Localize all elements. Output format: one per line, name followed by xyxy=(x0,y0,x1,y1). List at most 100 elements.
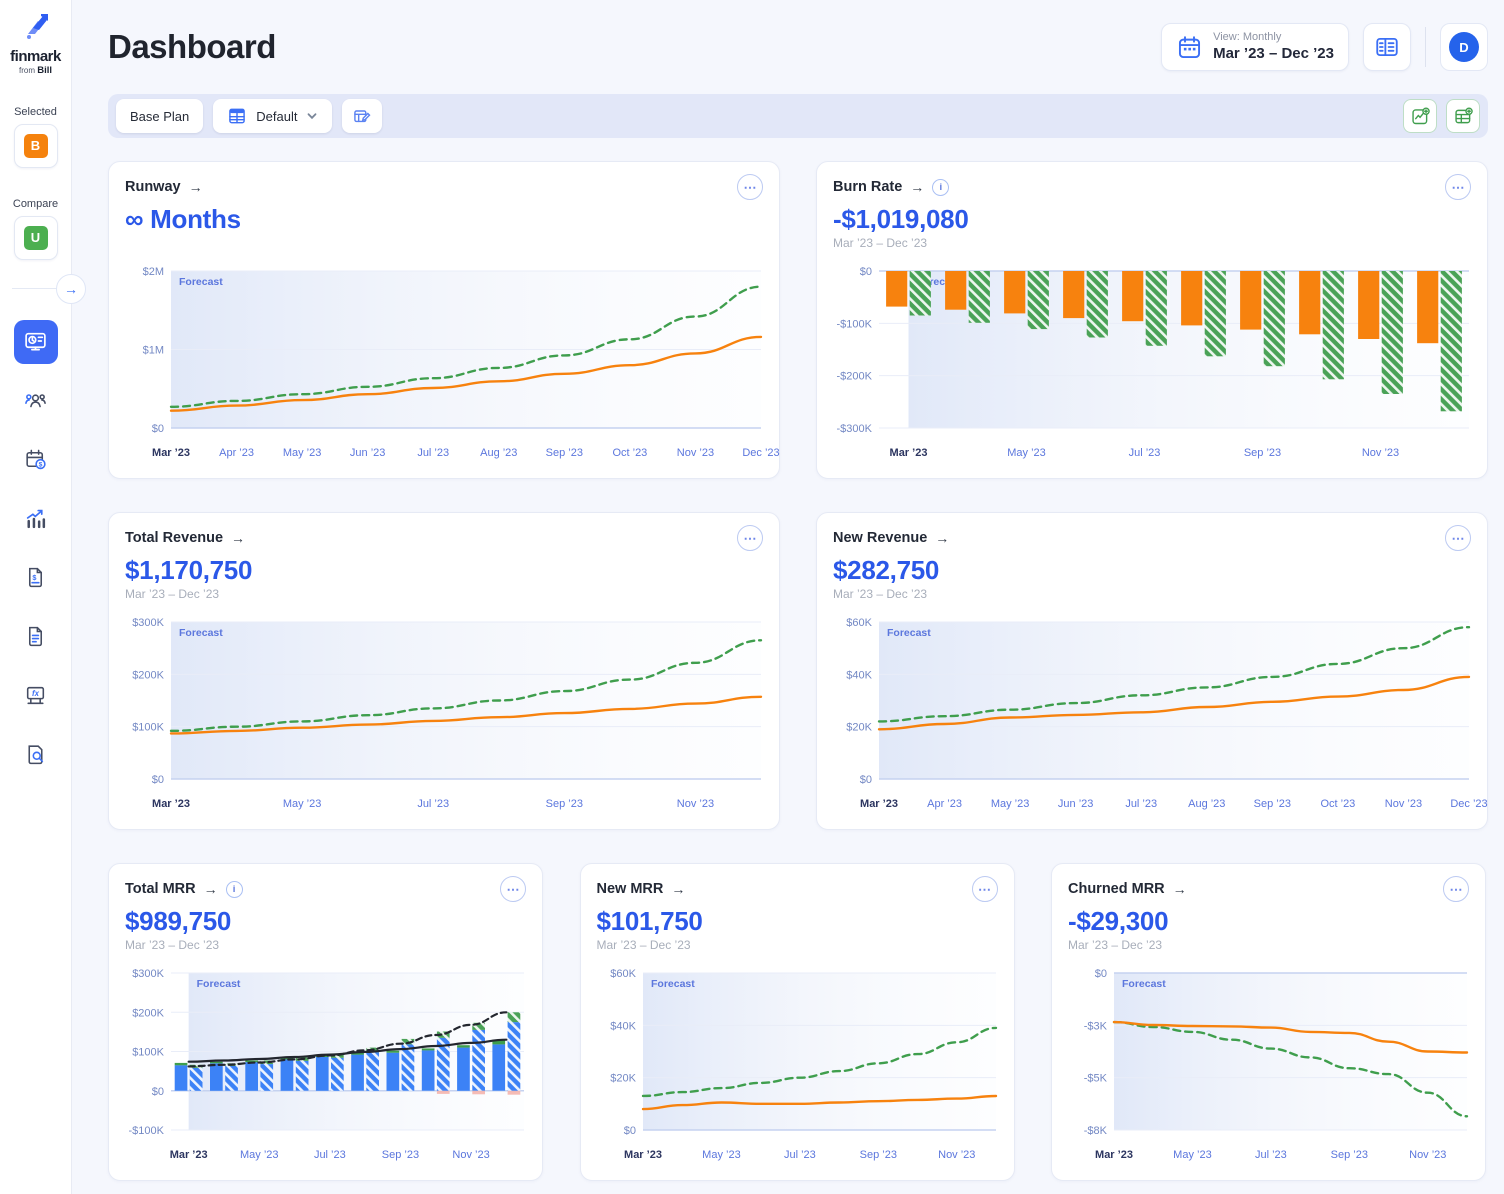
card-title-link[interactable]: New MRR xyxy=(597,881,664,897)
sidebar-item-metrics[interactable] xyxy=(14,497,58,541)
metric-card-total-revenue: Total Revenue → ⋯ $1,170,750 Mar ’23 – D… xyxy=(108,512,780,830)
svg-text:$1M: $1M xyxy=(143,345,164,357)
arrow-right-icon[interactable]: → xyxy=(910,179,924,195)
svg-text:Nov ’23: Nov ’23 xyxy=(677,447,714,459)
svg-text:$40K: $40K xyxy=(610,1020,636,1032)
card-menu-button[interactable]: ⋯ xyxy=(1443,876,1469,902)
metric-card-runway: Runway → ⋯ ∞ Months Forecast$2M$1M$0Mar … xyxy=(108,161,780,479)
svg-text:Dec ’23: Dec ’23 xyxy=(1450,798,1487,810)
svg-text:Sep ’23: Sep ’23 xyxy=(382,1149,419,1161)
base-plan-button[interactable]: Base Plan xyxy=(116,99,203,133)
ellipsis-icon: ⋯ xyxy=(1452,181,1465,194)
card-title-link[interactable]: Total Revenue xyxy=(125,530,223,546)
svg-text:-$5K: -$5K xyxy=(1084,1073,1108,1085)
svg-text:Jul ’23: Jul ’23 xyxy=(417,798,449,810)
table-add-icon xyxy=(1453,106,1474,127)
sidebar-item-billing-calendar[interactable]: $ xyxy=(14,438,58,482)
card-title-link[interactable]: Total MRR xyxy=(125,881,196,897)
sidebar-item-financial-doc[interactable]: $ xyxy=(14,556,58,600)
svg-text:Jul ’23: Jul ’23 xyxy=(783,1149,815,1161)
compare-scenario-button[interactable]: U xyxy=(14,216,58,260)
sidebar-item-formulas[interactable]: fx xyxy=(14,674,58,718)
scenario-dropdown[interactable]: Default xyxy=(213,99,332,133)
svg-text:May ’23: May ’23 xyxy=(1173,1149,1212,1161)
ellipsis-icon: ⋯ xyxy=(1452,532,1465,545)
card-menu-button[interactable]: ⋯ xyxy=(1445,525,1471,551)
card-title-link[interactable]: New Revenue xyxy=(833,530,927,546)
info-icon[interactable]: i xyxy=(932,179,949,196)
arrow-right-icon[interactable]: → xyxy=(1173,881,1187,897)
growth-chart-icon xyxy=(23,506,48,531)
sidebar-item-dashboard[interactable] xyxy=(14,320,58,364)
card-menu-button[interactable]: ⋯ xyxy=(1445,174,1471,200)
metric-card-churned-mrr: Churned MRR → ⋯ -$29,300 Mar ’23 – Dec ’… xyxy=(1051,863,1486,1181)
main-content: Dashboard View: Monthly Mar ’23 – Dec ’2… xyxy=(72,0,1504,1194)
ellipsis-icon: ⋯ xyxy=(978,883,991,896)
sidebar-item-reports[interactable] xyxy=(14,615,58,659)
svg-text:Sep ’23: Sep ’23 xyxy=(859,1149,896,1161)
svg-text:$60K: $60K xyxy=(610,968,636,980)
calendar-dollar-icon: $ xyxy=(23,447,48,472)
svg-text:$200K: $200K xyxy=(132,669,164,681)
svg-text:Jun ’23: Jun ’23 xyxy=(350,447,385,459)
card-menu-button[interactable]: ⋯ xyxy=(500,876,526,902)
sidebar-item-team[interactable] xyxy=(14,379,58,423)
ellipsis-icon: ⋯ xyxy=(1450,883,1463,896)
svg-text:May ’23: May ’23 xyxy=(1007,447,1046,459)
svg-text:Dec ’23: Dec ’23 xyxy=(742,447,779,459)
metric-date-range: Mar ’23 – Dec ’23 xyxy=(125,938,526,953)
export-table-button[interactable] xyxy=(1446,99,1480,133)
svg-text:Forecast: Forecast xyxy=(651,978,695,990)
metric-card-burn-rate: Burn Rate → i ⋯ -$1,019,080 Mar ’23 – De… xyxy=(816,161,1488,479)
card-title-link[interactable]: Burn Rate xyxy=(833,179,902,195)
card-title-link[interactable]: Runway xyxy=(125,179,181,195)
info-icon[interactable]: i xyxy=(226,881,243,898)
sidebar-expand-button[interactable]: → xyxy=(56,274,86,304)
svg-text:Nov ’23: Nov ’23 xyxy=(1409,1149,1446,1161)
svg-text:$300K: $300K xyxy=(132,617,164,629)
svg-text:Mar ’23: Mar ’23 xyxy=(860,798,898,810)
arrow-right-icon[interactable]: → xyxy=(204,881,218,897)
sidebar-item-audit[interactable] xyxy=(14,733,58,777)
export-chart-button[interactable] xyxy=(1403,99,1437,133)
svg-text:Apr ’23: Apr ’23 xyxy=(927,798,962,810)
document-search-icon xyxy=(23,742,48,767)
metric-card-new-mrr: New MRR → ⋯ $101,750 Mar ’23 – Dec ’23 F… xyxy=(580,863,1015,1181)
svg-text:$20K: $20K xyxy=(846,722,872,734)
card-menu-button[interactable]: ⋯ xyxy=(972,876,998,902)
card-menu-button[interactable]: ⋯ xyxy=(737,174,763,200)
avatar: D xyxy=(1449,32,1479,62)
card-menu-button[interactable]: ⋯ xyxy=(737,525,763,551)
table-view-icon xyxy=(1374,34,1400,60)
svg-text:Nov ’23: Nov ’23 xyxy=(1362,447,1399,459)
sidebar-nav: $ $ xyxy=(14,320,58,777)
selected-scenario-button[interactable]: B xyxy=(14,124,58,168)
svg-text:$0: $0 xyxy=(1095,968,1107,980)
svg-text:Nov ’23: Nov ’23 xyxy=(677,798,714,810)
arrow-right-icon[interactable]: → xyxy=(671,881,685,897)
svg-text:Mar ’23: Mar ’23 xyxy=(170,1149,208,1161)
svg-text:Sep ’23: Sep ’23 xyxy=(1254,798,1291,810)
svg-text:Mar ’23: Mar ’23 xyxy=(890,447,928,459)
table-view-button[interactable] xyxy=(1363,23,1411,71)
svg-text:$300K: $300K xyxy=(132,968,164,980)
arrow-right-icon[interactable]: → xyxy=(935,530,949,546)
svg-text:Sep ’23: Sep ’23 xyxy=(1244,447,1281,459)
metric-date-range: Mar ’23 – Dec ’23 xyxy=(1068,938,1469,953)
new-mrr-chart: Forecast$60K$40K$20K$0Mar ’23May ’23Jul … xyxy=(597,965,1000,1165)
card-title-link[interactable]: Churned MRR xyxy=(1068,881,1165,897)
edit-scenario-button[interactable] xyxy=(342,99,382,133)
arrow-right-icon[interactable]: → xyxy=(231,530,245,546)
finmark-logo[interactable]: finmark from Bill xyxy=(10,8,61,76)
svg-text:Mar ’23: Mar ’23 xyxy=(1095,1149,1133,1161)
app-root: finmark from Bill Selected B Compare U → xyxy=(0,0,1504,1194)
date-range-button[interactable]: View: Monthly Mar ’23 – Dec ’23 xyxy=(1161,23,1349,71)
metric-card-new-revenue: New Revenue → ⋯ $282,750 Mar ’23 – Dec ’… xyxy=(816,512,1488,830)
arrow-right-icon[interactable]: → xyxy=(189,179,203,195)
metric-value: $282,750 xyxy=(833,555,1471,585)
ellipsis-icon: ⋯ xyxy=(507,883,520,896)
avatar-button[interactable]: D xyxy=(1440,23,1488,71)
toolbar: Base Plan Default xyxy=(108,94,1488,138)
svg-text:Jul ’23: Jul ’23 xyxy=(314,1149,346,1161)
runway-chart: Forecast$2M$1M$0Mar ’23Apr ’23May ’23Jun… xyxy=(125,263,765,463)
